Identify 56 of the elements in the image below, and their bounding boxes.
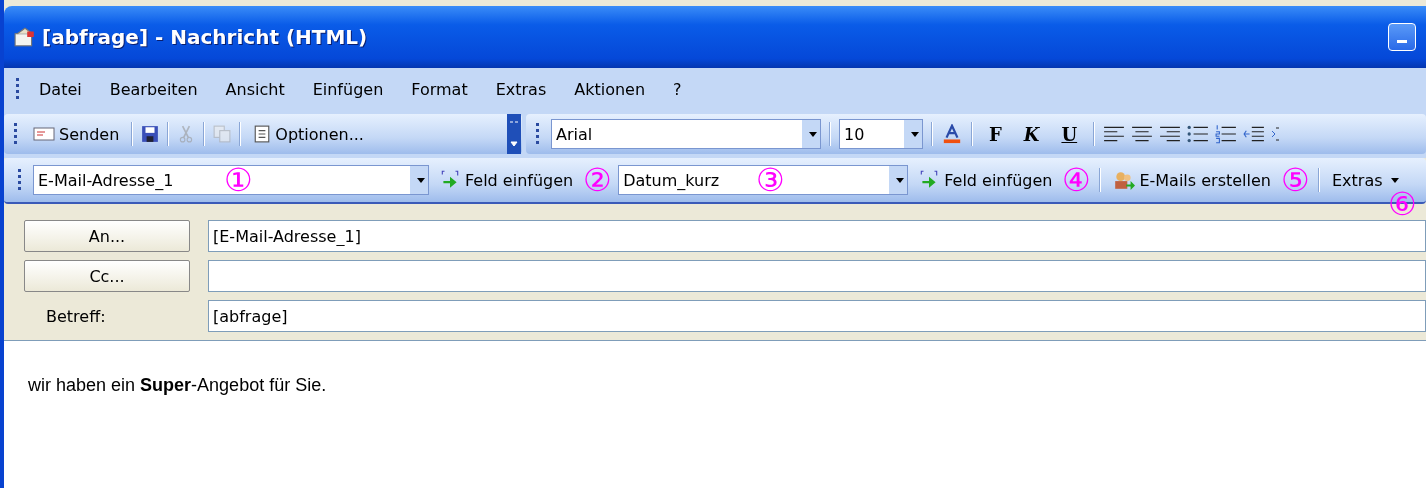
underline-button[interactable]: U [1053, 123, 1086, 145]
align-left-icon[interactable] [1103, 124, 1126, 144]
insert-field-button[interactable]: Feld einfügen [914, 170, 1057, 190]
extras-menu-button[interactable]: Extras [1327, 170, 1403, 190]
bullet-list-icon[interactable] [1187, 124, 1210, 144]
caret-icon [809, 131, 817, 137]
body-text: wir haben ein Super-Angebot für Sie. [28, 375, 328, 396]
subject-label: Betreff: [45, 306, 107, 326]
font-color-icon[interactable] [941, 124, 963, 144]
bold-button[interactable]: F [981, 123, 1010, 145]
caret-icon [417, 177, 425, 183]
menu-item[interactable]: Datei [25, 79, 96, 99]
date-field-dropdown[interactable]: Datum_kurz ③ [618, 165, 909, 195]
callout-number: ⑤ [1280, 162, 1310, 198]
cc-button[interactable]: Cc... [24, 260, 190, 292]
menu-item[interactable]: Ansicht [211, 79, 299, 99]
to-button[interactable]: An... [24, 220, 190, 252]
numbered-list-icon[interactable] [1215, 124, 1238, 144]
align-center-icon[interactable] [1131, 124, 1154, 144]
send-button[interactable]: Senden [29, 124, 124, 144]
toolbar-overflow-icon[interactable] [506, 114, 522, 154]
menu-item[interactable]: ? [659, 79, 696, 99]
options-button[interactable]: Optionen... [249, 124, 368, 144]
callout-number: ① [224, 162, 254, 198]
italic-button[interactable]: K [1015, 123, 1048, 145]
message-body[interactable]: wir haben ein Super-Angebot für Sie. [4, 340, 1426, 488]
caret-icon [1390, 177, 1399, 183]
subject-field[interactable]: [abfrage] [208, 300, 1426, 332]
align-right-icon[interactable] [1159, 124, 1182, 144]
create-emails-button[interactable]: E-Mails erstellen [1109, 170, 1275, 190]
caret-icon [911, 131, 919, 137]
envelope-icon [14, 27, 36, 47]
merge-field-dropdown[interactable]: E-Mail-Adresse_1 ① [33, 165, 429, 195]
document-icon [253, 125, 272, 143]
insert-field-button[interactable]: Feld einfügen [435, 170, 578, 190]
menu-item[interactable]: Extras [481, 79, 561, 99]
minimize-button[interactable] [1388, 23, 1416, 51]
font-dropdown[interactable]: Arial [551, 119, 821, 149]
window-title: [abfrage] - Nachricht (HTML) [42, 25, 368, 49]
to-field[interactable]: [E-Mail-Adresse_1] [208, 220, 1426, 252]
caret-icon [896, 177, 905, 183]
increase-indent-icon[interactable] [1271, 125, 1280, 143]
menu-item[interactable]: Format [397, 79, 482, 99]
menu-item[interactable]: Einfügen [298, 79, 398, 99]
insert-field-icon [439, 170, 461, 190]
menu-item[interactable]: Aktionen [560, 79, 660, 99]
font-size-dropdown[interactable]: 10 [839, 119, 923, 149]
decrease-indent-icon[interactable] [1243, 124, 1266, 144]
callout-number: ④ [1062, 162, 1092, 198]
cc-field[interactable] [208, 260, 1426, 292]
save-icon[interactable] [141, 125, 160, 143]
menu-item[interactable]: Bearbeiten [95, 79, 212, 99]
envelope-icon [33, 127, 55, 141]
callout-number: ③ [756, 162, 787, 198]
people-icon [1113, 170, 1136, 190]
callout-number: ② [583, 162, 613, 198]
